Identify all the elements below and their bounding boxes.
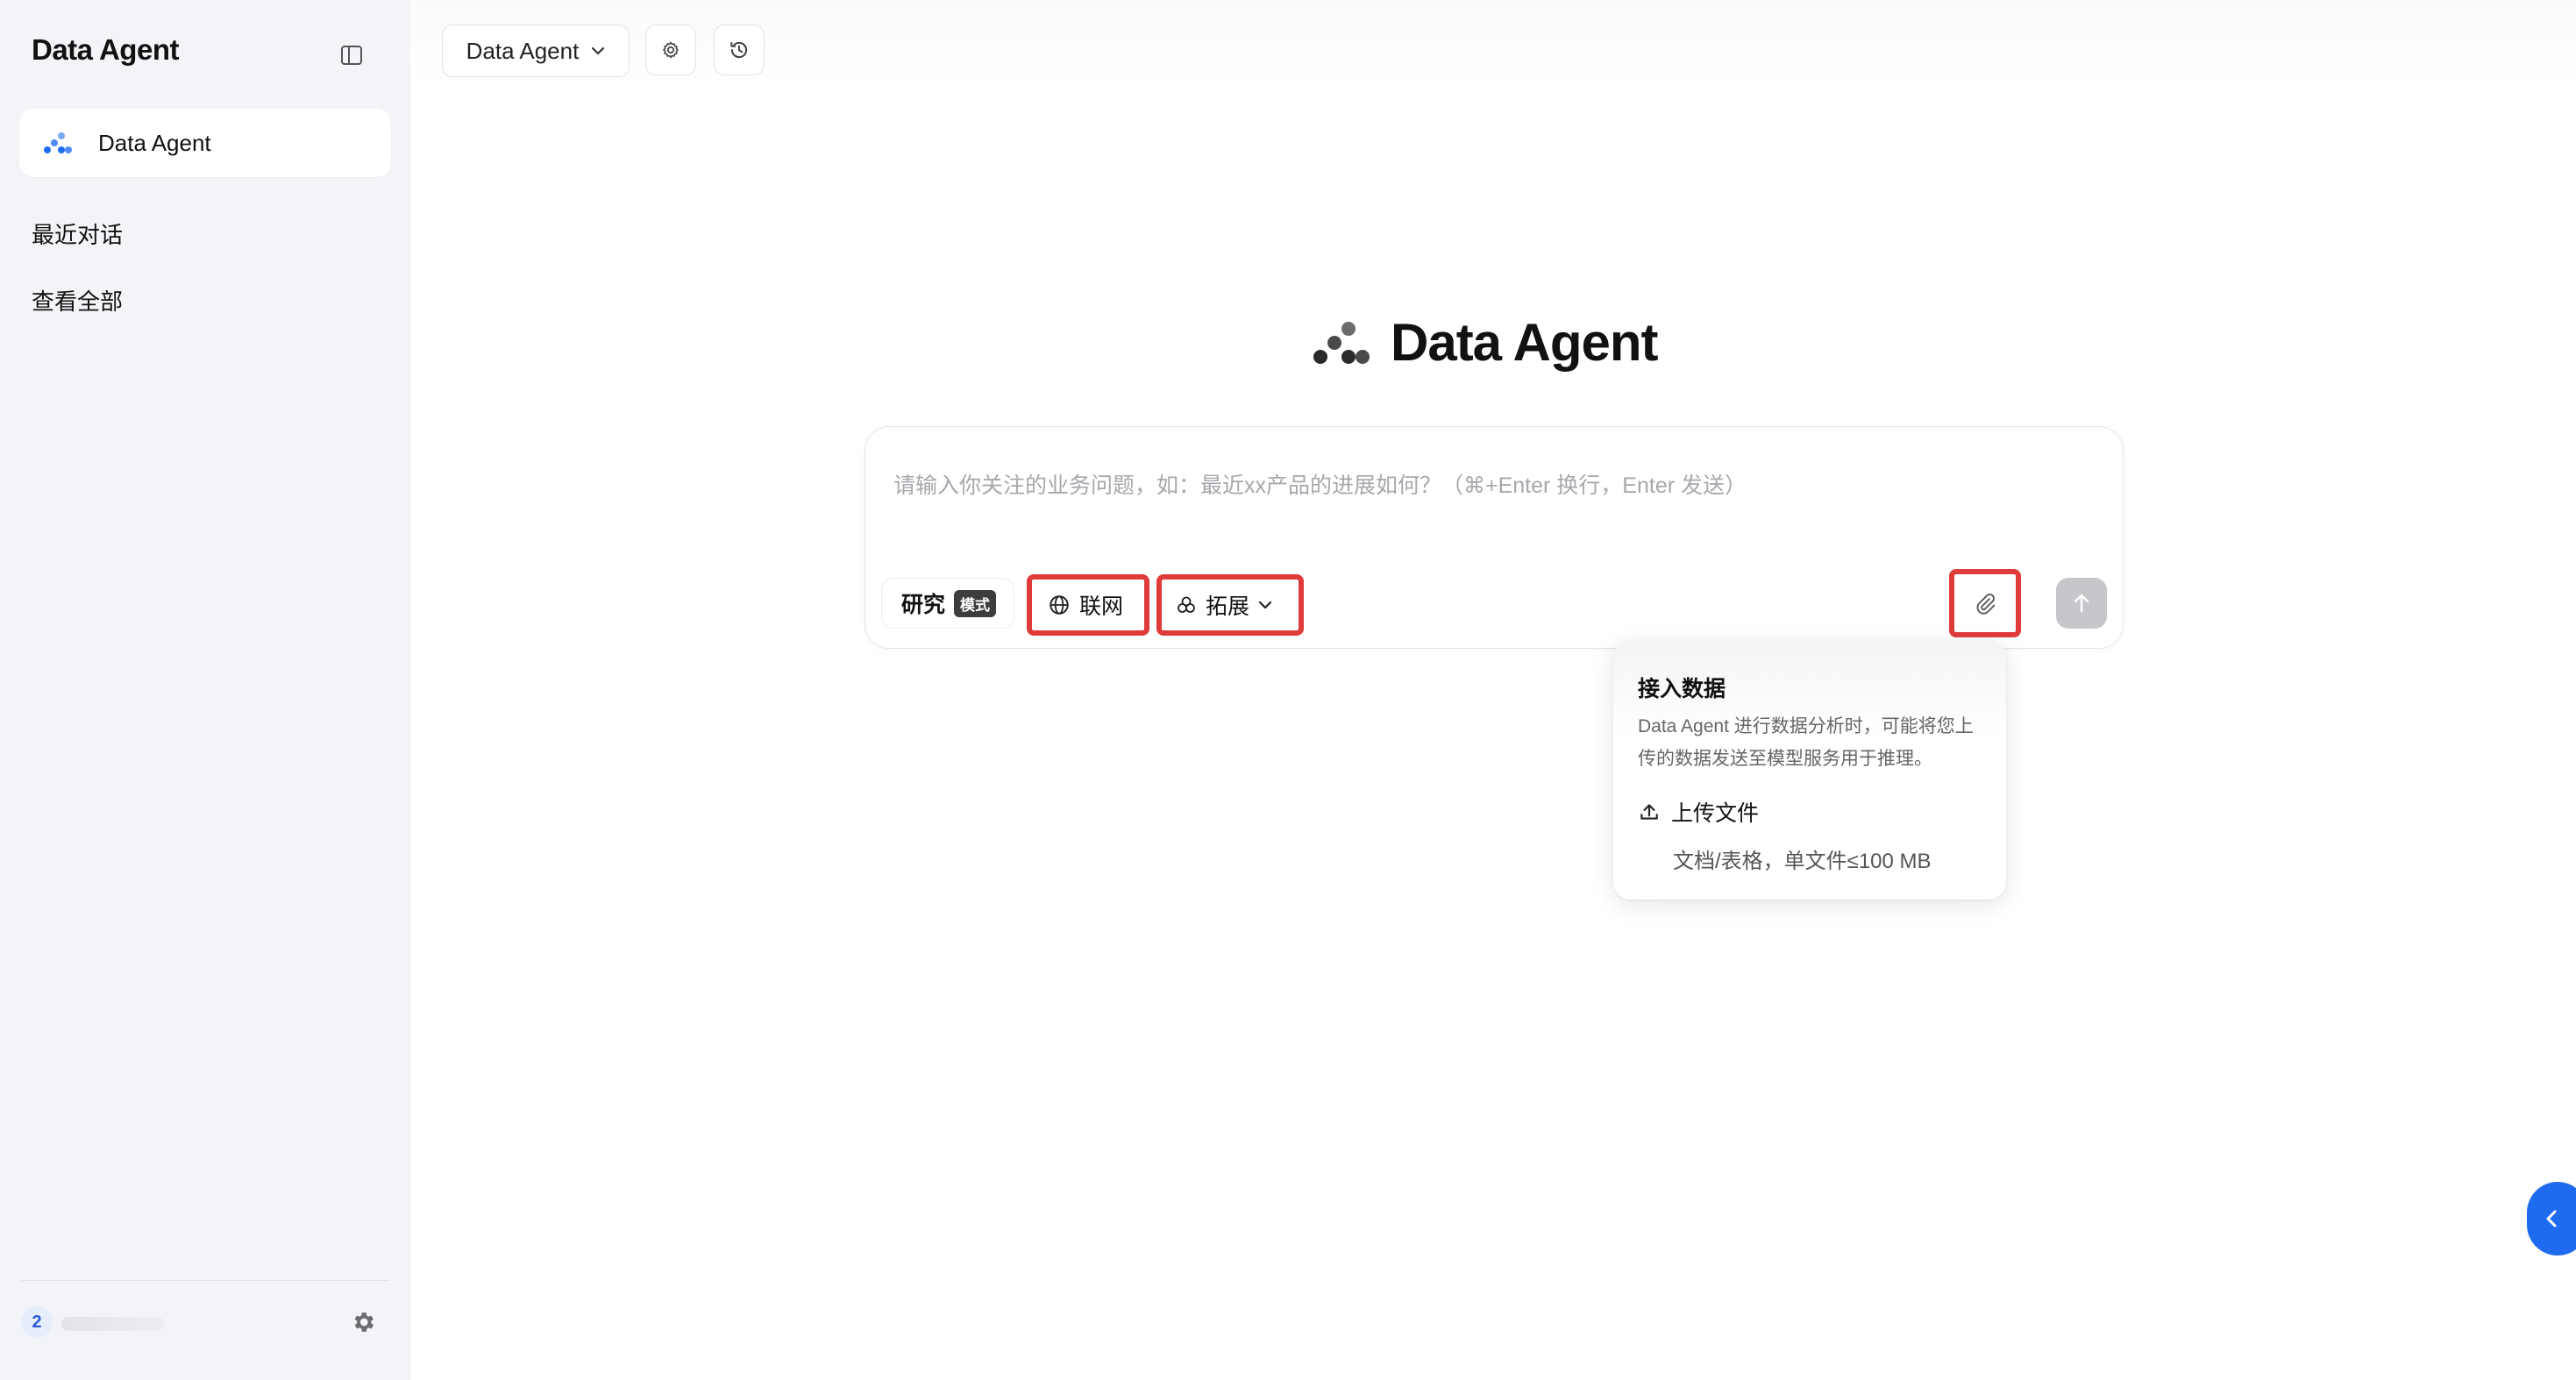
question-input[interactable] bbox=[892, 459, 2088, 513]
web-search-toggle[interactable]: 联网 bbox=[1027, 574, 1149, 636]
attach-file-button[interactable] bbox=[1949, 569, 2021, 637]
gear-icon bbox=[663, 41, 679, 59]
data-agent-logo-icon bbox=[1313, 321, 1370, 364]
extend-dropdown[interactable]: 拓展 bbox=[1156, 574, 1304, 636]
data-agent-logo-icon bbox=[40, 125, 75, 160]
history-icon bbox=[730, 41, 748, 59]
sidebar-item-label: Data Agent bbox=[98, 129, 211, 156]
agent-select-label: Data Agent bbox=[466, 37, 580, 64]
user-name bbox=[61, 1317, 165, 1331]
research-mode-toggle[interactable]: 研究 模式 bbox=[881, 578, 1014, 629]
gear-icon bbox=[354, 1312, 374, 1332]
paperclip-icon bbox=[1976, 594, 1996, 615]
chevron-left-icon bbox=[2546, 1210, 2557, 1227]
sidebar-item-data-agent[interactable]: Data Agent bbox=[19, 109, 391, 177]
globe-icon bbox=[1050, 595, 1069, 615]
popover-title: 接入数据 bbox=[1638, 677, 1726, 701]
agent-select-dropdown[interactable]: Data Agent bbox=[442, 25, 630, 77]
sidebar-toggle-icon bbox=[341, 46, 362, 65]
chevron-down-icon bbox=[1258, 601, 1272, 609]
extensions-icon bbox=[1178, 596, 1195, 613]
chat-composer: 研究 模式 联网 拓展 bbox=[865, 426, 2124, 649]
web-label: 联网 bbox=[1079, 594, 1124, 619]
extend-label: 拓展 bbox=[1206, 594, 1250, 619]
sidebar: Data Agent Data Agent 最近对话 查看全部 2 bbox=[0, 0, 410, 1380]
expand-panel-button[interactable] bbox=[2527, 1182, 2576, 1256]
sidebar-divider bbox=[21, 1280, 389, 1281]
upload-icon bbox=[1640, 804, 1658, 820]
popover-description: Data Agent 进行数据分析时，可能将您上传的数据发送至模型服务用于推理。 bbox=[1638, 716, 1974, 769]
send-button[interactable] bbox=[2056, 578, 2107, 629]
settings-button[interactable] bbox=[347, 1306, 379, 1338]
history-button[interactable] bbox=[714, 25, 765, 75]
upload-hint: 文档/表格，单文件≤100 MB bbox=[1673, 850, 1932, 873]
hero: Data Agent bbox=[1312, 312, 1658, 373]
avatar[interactable]: 2 bbox=[21, 1306, 53, 1338]
data-attach-popover: 接入数据 Data Agent 进行数据分析时，可能将您上传的数据发送至模型服务… bbox=[1613, 640, 2006, 900]
mode-badge: 模式 bbox=[954, 589, 997, 617]
research-label: 研究 bbox=[901, 593, 946, 617]
view-all-link[interactable]: 查看全部 bbox=[32, 284, 123, 317]
sidebar-toggle-button[interactable] bbox=[338, 42, 365, 68]
arrow-up-icon bbox=[2074, 594, 2089, 613]
hero-title: Data Agent bbox=[1391, 313, 1658, 372]
upload-label: 上传文件 bbox=[1671, 801, 1760, 826]
agent-settings-button[interactable] bbox=[645, 25, 696, 75]
recent-conversations-link[interactable]: 最近对话 bbox=[32, 217, 123, 250]
main-area: Data Agent Data Agent 研究 bbox=[410, 0, 2576, 1380]
app-title: Data Agent bbox=[32, 33, 179, 66]
chevron-down-icon bbox=[592, 46, 605, 55]
upload-file-option[interactable]: 上传文件 文档/表格，单文件≤100 MB bbox=[1638, 796, 1985, 884]
